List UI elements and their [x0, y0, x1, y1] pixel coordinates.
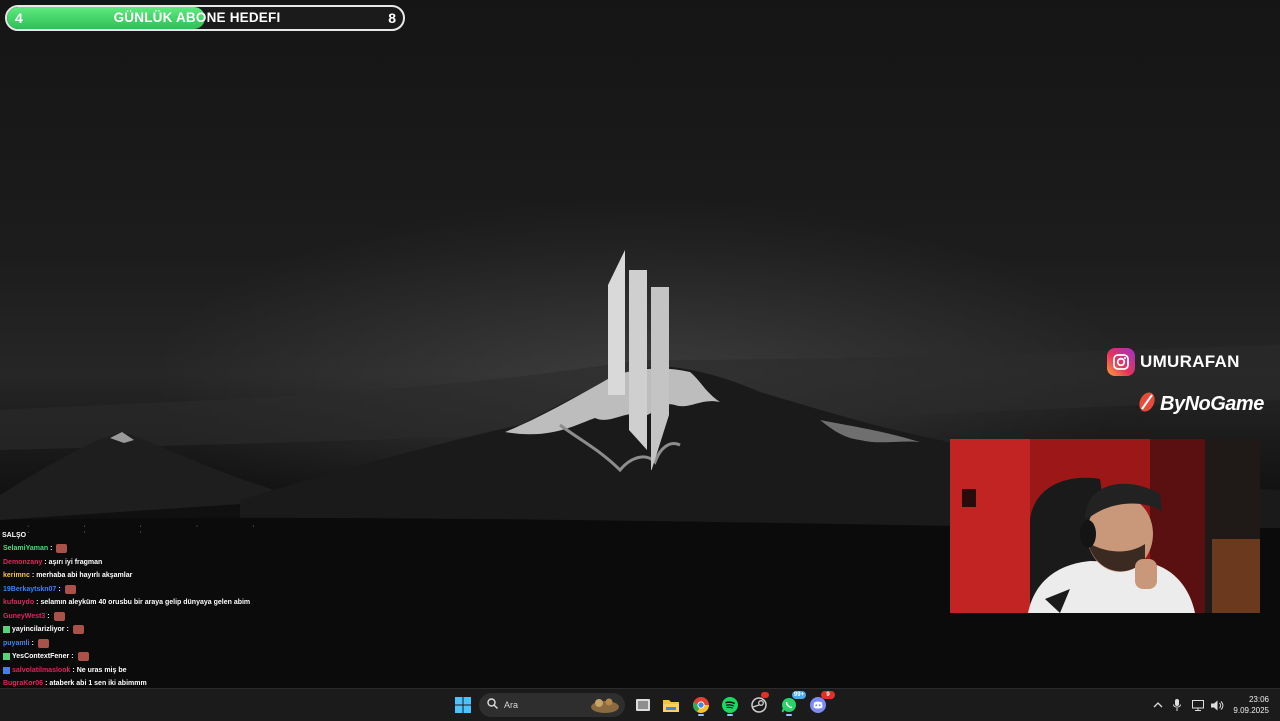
chat-username: YesContextFener: [12, 653, 70, 660]
instagram-handle: UMURAFAN: [1140, 352, 1240, 371]
chat-badge-icon: [3, 666, 10, 674]
chrome-icon[interactable]: [689, 693, 713, 717]
file-explorer-icon[interactable]: [659, 693, 683, 717]
chat-emote-icon: [64, 584, 76, 594]
chat-username: 19Berkaytskn07: [3, 585, 57, 593]
spotify-icon[interactable]: [718, 693, 742, 717]
sponsor-badge: ByNoGame: [1137, 391, 1264, 417]
subscriber-goal-bar: 4 GÜNLÜK ABONE HEDEFI 8: [5, 5, 405, 31]
chat-text: aşırı iyi fragman: [48, 558, 103, 566]
chat-emote-icon: [56, 544, 68, 554]
chat-message: puyamli:: [0, 637, 300, 651]
steam-notification-dot: [761, 692, 769, 698]
discord-badge: 9: [821, 691, 835, 699]
chat-text: selamın aleyküm 40 orusbu bir araya geli…: [40, 599, 251, 606]
chat-text: merhaba abi hayırlı akşamlar: [36, 572, 133, 579]
discord-icon[interactable]: 9: [806, 691, 835, 717]
sponsor-name: ByNoGame: [1160, 392, 1264, 415]
bynogame-logo-icon: [1137, 391, 1157, 418]
chat-username: GuneyWest3: [3, 612, 46, 620]
chat-username: SelamiYaman: [3, 545, 49, 552]
chat-message: salvolatilmaslook: Ne uras miş be: [0, 664, 300, 678]
taskbar: Ara 99+ 9 23:06 9.09.2025: [0, 688, 1280, 721]
clock-date: 9.09.2025: [1233, 706, 1269, 715]
task-view-icon[interactable]: [631, 693, 655, 717]
streamer-logo-icon: [600, 250, 680, 475]
chat-emote-icon: [72, 625, 84, 635]
search-input[interactable]: Ara: [479, 693, 625, 717]
chat-message: SelamiYaman:: [0, 542, 300, 556]
chat-message: kufauydo: selamın aleyküm 40 orusbu bir a…: [0, 596, 300, 610]
chat-message: YesContextFener:: [0, 650, 300, 664]
network-icon[interactable]: [1188, 699, 1208, 711]
chat-username: salvolatilmaslook: [12, 666, 71, 674]
chat-message: yayincilarizliyor:: [0, 623, 300, 637]
chat-username: yayincilarizliyor: [12, 626, 65, 633]
chat-username: Demonzany: [3, 558, 43, 566]
chat-emote-icon: [53, 611, 65, 621]
windows-start-icon[interactable]: [451, 693, 475, 717]
system-clock[interactable]: 23:06 9.09.2025: [1233, 694, 1269, 716]
chat-badge-icon: [3, 653, 10, 661]
chat-text: Ne uras miş be: [76, 666, 127, 674]
instagram-handle-badge: UMURAFAN: [1107, 347, 1240, 377]
chevron-up-icon[interactable]: [1150, 702, 1166, 708]
search-icon: [487, 696, 498, 714]
chat-badge-icon: [3, 626, 10, 634]
chat-message: GuneyWest3:: [0, 610, 300, 624]
chat-username: kerimnc: [3, 572, 30, 579]
whatsapp-badge: 99+: [792, 691, 806, 699]
volume-icon[interactable]: [1208, 700, 1226, 711]
search-highlight-icon: [589, 696, 621, 719]
goal-target-count: 8: [388, 10, 396, 26]
chat-username: puyamli: [3, 639, 30, 647]
instagram-icon: [1107, 348, 1135, 376]
chat-message: kerimnc: merhaba abi hayırlı akşamlar: [0, 569, 300, 583]
chat-message: Demonzany: aşırı iyi fragman: [0, 556, 300, 570]
whatsapp-icon[interactable]: 99+: [777, 691, 806, 717]
system-tray: [1150, 689, 1226, 721]
chat-emote-icon: [77, 652, 89, 662]
steam-icon[interactable]: [747, 692, 771, 717]
search-placeholder: Ara: [504, 700, 519, 710]
clock-time: 23:06: [1248, 695, 1269, 704]
chat-message: 19Berkaytskn07:: [0, 583, 300, 597]
microphone-icon[interactable]: [1166, 699, 1188, 711]
chat-emote-icon: [37, 638, 49, 648]
chat-username: kufauydo: [3, 599, 35, 606]
goal-title: GÜNLÜK ABONE HEDEFI: [113, 10, 281, 25]
webcam-feed: [950, 439, 1260, 613]
